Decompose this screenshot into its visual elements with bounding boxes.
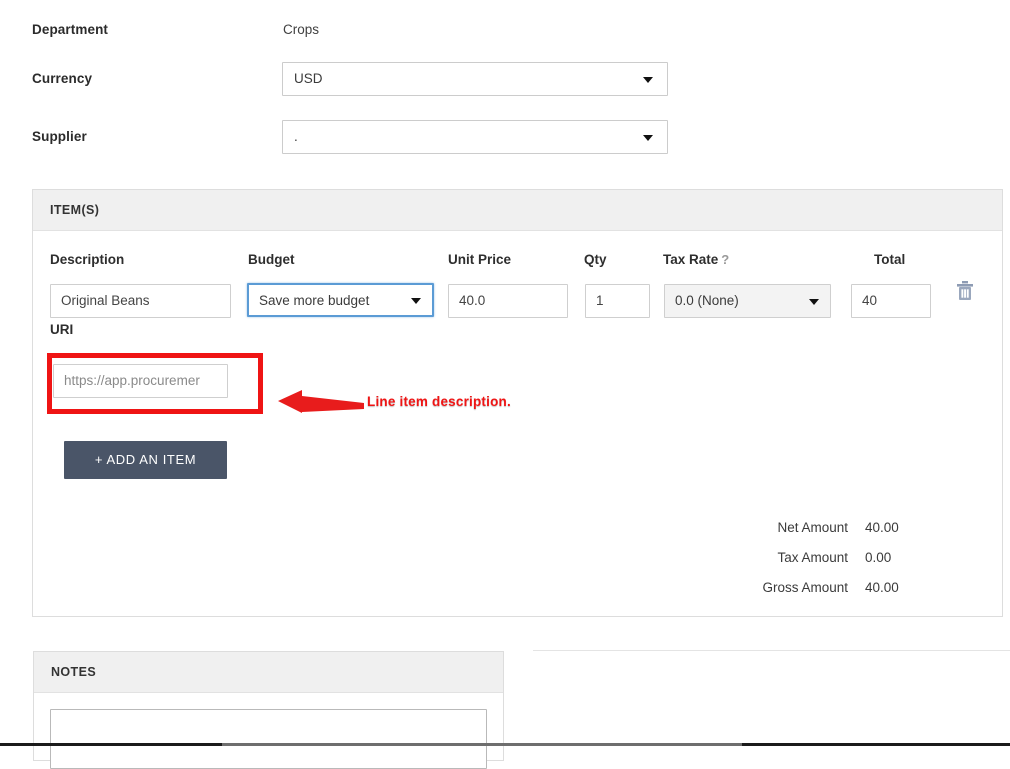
currency-select[interactable]: USD [282, 62, 668, 96]
left-arrow-icon [278, 388, 364, 414]
right-section-divider [533, 650, 1010, 651]
trash-icon[interactable] [954, 279, 976, 303]
gross-amount-label: Gross Amount [762, 580, 848, 595]
chevron-down-icon [411, 298, 421, 304]
add-an-item-button[interactable]: + ADD AN ITEM [64, 441, 227, 479]
items-panel: ITEM(S) Description Budget Unit Price Qt… [32, 189, 1003, 617]
tax-amount-label: Tax Amount [777, 550, 848, 565]
column-header-unit-price: Unit Price [448, 252, 512, 267]
column-header-tax-rate-label: Tax Rate [663, 252, 719, 267]
items-panel-header: ITEM(S) [33, 190, 1002, 231]
item-budget-select[interactable]: Save more budget [247, 283, 434, 317]
currency-select-value: USD [294, 71, 323, 86]
supplier-select[interactable]: . [282, 120, 668, 154]
annotation-label: Line item description. [367, 394, 511, 409]
item-description-input[interactable]: Original Beans [50, 284, 231, 318]
gross-amount-value: 40.00 [865, 580, 899, 595]
help-icon[interactable]: ? [721, 252, 729, 267]
column-header-qty: Qty [584, 252, 607, 267]
department-value: Crops [283, 22, 320, 37]
tax-amount-value: 0.00 [865, 550, 892, 565]
net-amount-label: Net Amount [777, 520, 848, 535]
item-uri-input[interactable]: https://app.procuremer [53, 364, 228, 398]
item-budget-select-value: Save more budget [259, 293, 370, 308]
net-amount-value: 40.00 [865, 520, 899, 535]
column-header-total: Total [874, 252, 906, 267]
column-header-uri: URI [50, 322, 74, 337]
item-unit-price-input[interactable]: 40.0 [448, 284, 568, 318]
form-row-department: Department Crops [0, 16, 1010, 56]
item-total-input[interactable]: 40 [851, 284, 931, 318]
column-header-tax-rate: Tax Rate? [663, 252, 729, 267]
chevron-down-icon [643, 135, 653, 141]
item-tax-rate-select-value: 0.0 (None) [675, 293, 739, 308]
item-qty-input[interactable]: 1 [585, 284, 650, 318]
supplier-label: Supplier [32, 129, 87, 144]
notes-panel-title: NOTES [51, 665, 97, 679]
currency-label: Currency [32, 71, 93, 86]
notes-panel-header: NOTES [34, 652, 503, 693]
chevron-down-icon [643, 77, 653, 83]
items-panel-title: ITEM(S) [50, 203, 100, 217]
chevron-down-icon [809, 299, 819, 305]
department-label: Department [32, 22, 109, 37]
item-tax-rate-select[interactable]: 0.0 (None) [664, 284, 831, 318]
supplier-select-value: . [294, 129, 298, 144]
column-header-description: Description [50, 252, 125, 267]
form-row-supplier: Supplier . [0, 120, 1010, 160]
notes-textarea[interactable] [50, 709, 487, 769]
form-row-currency: Currency USD [0, 62, 1010, 102]
column-header-budget: Budget [248, 252, 295, 267]
